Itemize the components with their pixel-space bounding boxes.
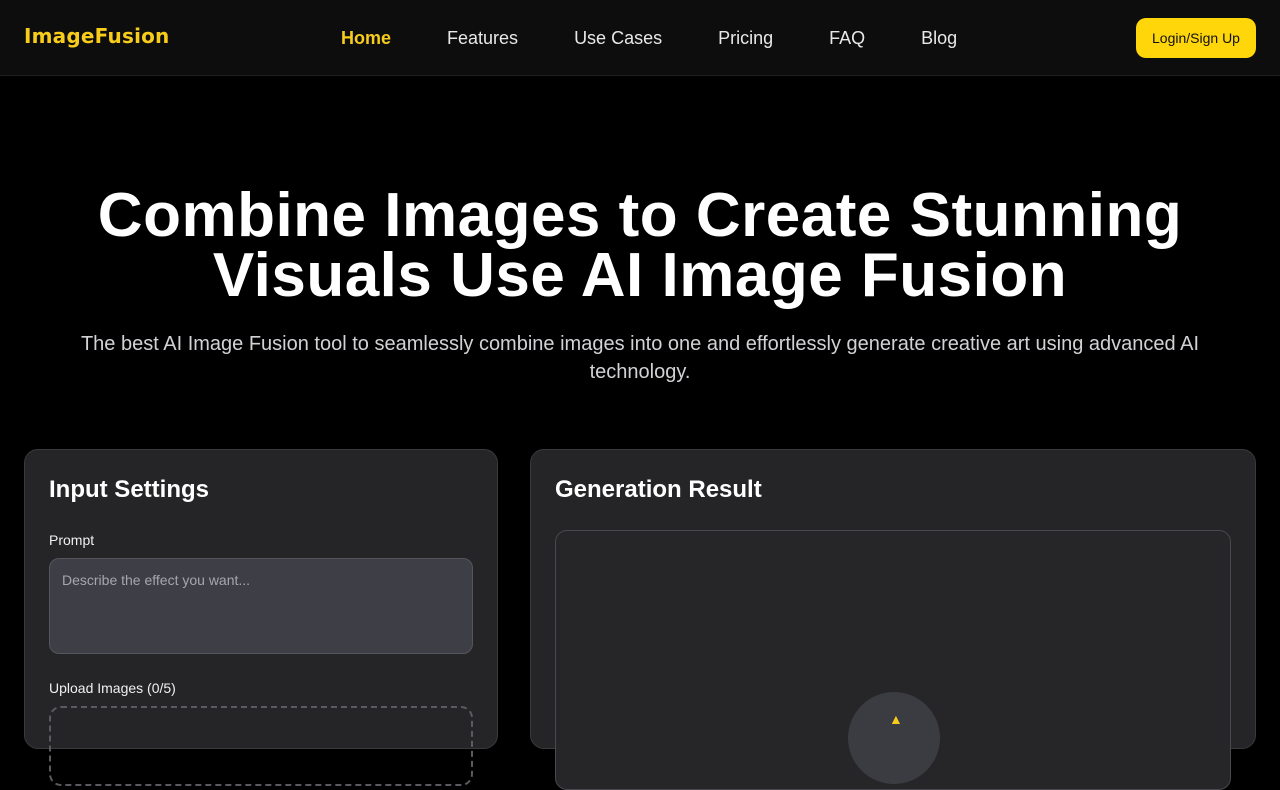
nav-link-features[interactable]: Features <box>447 27 518 49</box>
hero-title-line-2: Visuals Use AI Image Fusion <box>212 241 1068 310</box>
hero-title-line-1: Combine Images to Create Stunning <box>97 181 1183 250</box>
input-settings-title: Input Settings <box>49 476 209 503</box>
nav-links: Home Features Use Cases Pricing FAQ Blog <box>341 27 1013 49</box>
nav-link-pricing[interactable]: Pricing <box>718 27 773 49</box>
logo[interactable]: ImageFusion <box>24 24 170 48</box>
input-settings-panel: Input Settings Prompt Upload Images (0/5… <box>24 449 498 786</box>
nav-link-use-cases[interactable]: Use Cases <box>574 27 662 49</box>
hero-title: Combine Images to Create Stunning Visual… <box>0 185 1280 307</box>
login-signup-button[interactable]: Login/Sign Up <box>1136 18 1256 58</box>
prompt-label: Prompt <box>49 532 95 548</box>
prompt-input[interactable] <box>49 558 473 654</box>
upload-dropzone[interactable] <box>49 706 473 786</box>
upload-images-label: Upload Images (0/5) <box>49 680 176 696</box>
result-preview-area: ▲ <box>555 530 1231 790</box>
nav-link-faq[interactable]: FAQ <box>829 27 865 49</box>
nav-link-blog[interactable]: Blog <box>921 27 957 49</box>
sparkle-icon: ▲ <box>848 692 940 784</box>
generation-result-title: Generation Result <box>555 476 762 503</box>
top-navigation: ImageFusion Home Features Use Cases Pric… <box>0 0 1280 76</box>
hero-subtitle: The best AI Image Fusion tool to seamles… <box>80 333 1200 383</box>
generation-result-panel: Generation Result ▲ <box>530 449 1256 790</box>
nav-link-home[interactable]: Home <box>341 27 391 49</box>
